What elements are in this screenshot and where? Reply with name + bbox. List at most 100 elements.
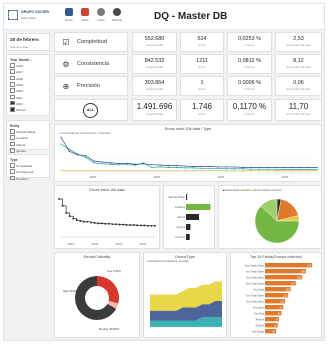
filter-option[interactable]: Clients bbox=[10, 142, 35, 147]
kpi-errors: 1211 Errors bbox=[180, 54, 224, 74]
bar-value: 100 bbox=[280, 300, 285, 303]
data-point bbox=[60, 136, 62, 138]
data-point bbox=[85, 156, 87, 159]
data-point bbox=[176, 165, 178, 167]
nav-settings-label: Settings bbox=[111, 18, 123, 22]
data-point bbox=[225, 166, 227, 168]
filter-option[interactable]: 2019 bbox=[10, 82, 32, 87]
alert-icon bbox=[81, 8, 89, 16]
donut-label: High 28.99% bbox=[63, 289, 80, 293]
x-group-label: 2021 bbox=[218, 175, 225, 179]
kpi-errors-10k: 8,12 Errors each 10k data bbox=[275, 54, 322, 74]
data-point bbox=[299, 166, 302, 168]
donut-label: Medium 66.80% bbox=[99, 327, 120, 331]
x-group-label: 2019 bbox=[68, 242, 75, 246]
filter-option[interactable]: Quotes bbox=[10, 148, 35, 153]
x-group-label: 2019 bbox=[90, 175, 97, 179]
selected-date: 28 de febrero bbox=[10, 37, 39, 42]
x-group-label: 2020 bbox=[92, 242, 99, 246]
kpi-row-total: ALL 1.491.696 Analyzed fields 1.746 Errors… bbox=[54, 99, 322, 121]
kpi-errors: 1.746 Errors bbox=[180, 99, 224, 121]
data-point bbox=[134, 163, 136, 165]
filter-option[interactable]: Sample Maste bbox=[10, 129, 35, 134]
filter-option[interactable]: 2016 bbox=[10, 63, 32, 68]
data-point bbox=[233, 166, 236, 168]
filter-option[interactable]: Contacts bbox=[10, 135, 35, 141]
x-group-label: 2022 bbox=[140, 242, 147, 246]
x-group-label: 2020 bbox=[154, 175, 161, 179]
kpi-label-precision: ⊕ Precisión bbox=[54, 76, 128, 96]
kpi-label-consistencia: ⚙ Consistencia bbox=[54, 54, 128, 74]
area-chart-svg bbox=[150, 281, 222, 328]
bar bbox=[265, 269, 306, 274]
kpi-analyzed: 1.491.696 Analyzed fields bbox=[132, 99, 177, 121]
data-point bbox=[217, 166, 219, 168]
kpi-row-consistencia: ⚙ Consistencia 842.532 Analyzed fields 12… bbox=[54, 54, 322, 74]
data-point bbox=[58, 198, 60, 200]
data-point bbox=[139, 224, 142, 227]
data-point bbox=[258, 166, 260, 168]
data-point bbox=[209, 165, 211, 168]
kpi-label-total: ALL bbox=[54, 99, 128, 121]
kpi-errors-10k: 0,06 Errors each 10k data bbox=[275, 76, 322, 96]
nav-alerts-button[interactable]: Alerts bbox=[78, 8, 92, 26]
chart-title: Errors each 10k data bbox=[89, 188, 125, 192]
filter-option[interactable]: Consistencia bbox=[10, 169, 33, 175]
nav-alerts-label: Alerts bbox=[81, 18, 89, 22]
category-label: Quotes bbox=[177, 225, 186, 229]
series-line-consistencia bbox=[60, 137, 317, 168]
year-month-title: Year_Month... bbox=[10, 58, 33, 62]
category-label: Clients bbox=[177, 215, 186, 219]
data-point bbox=[126, 164, 128, 166]
bar-value: 204 bbox=[301, 270, 306, 273]
data-point bbox=[217, 167, 219, 169]
filter-option[interactable]: Precisión bbox=[10, 176, 33, 181]
data-point bbox=[61, 205, 64, 207]
data-point bbox=[132, 224, 135, 226]
bar-value: 154 bbox=[291, 282, 296, 285]
data-point bbox=[104, 223, 107, 225]
filter-option[interactable]: Completitud bbox=[10, 163, 33, 168]
data-point bbox=[266, 168, 269, 170]
logo-name: GRUPO SOCIER bbox=[21, 10, 49, 14]
filter-option[interactable]: 2022 bbox=[10, 101, 32, 106]
user-icon bbox=[97, 8, 105, 16]
data-point bbox=[266, 166, 269, 168]
chart-top-fields: Top 15 Fields(Groups criterion) Key Crea… bbox=[230, 252, 322, 338]
date-selector[interactable]: 28 de febrero Selected date bbox=[6, 33, 50, 51]
x-group-label: 2021 bbox=[116, 242, 123, 246]
data-point bbox=[90, 221, 92, 224]
filter-option[interactable]: 2020 bbox=[10, 88, 32, 93]
category-label: Key Details bbox=[252, 331, 265, 334]
category-label: Key Created Date bbox=[245, 265, 265, 268]
entity-title: Entity bbox=[10, 124, 20, 128]
nav-users-label: Users bbox=[97, 18, 105, 22]
data-point bbox=[100, 222, 103, 225]
line-chart-svg: 2019 2020 2021 2022 bbox=[60, 136, 318, 179]
home-icon bbox=[65, 8, 73, 16]
bar-chart-svg: Sample Maste Contacts Clients Quotes Invoice… bbox=[168, 194, 211, 240]
filter-option[interactable]: febrero bbox=[10, 107, 32, 112]
data-point bbox=[79, 220, 82, 222]
chart-entity-pie: ■Sample Maste ■Contacts ■Clients ■Quotes… bbox=[218, 185, 322, 249]
filter-option[interactable]: 2018 bbox=[10, 76, 32, 81]
data-point bbox=[115, 223, 117, 225]
filter-option[interactable]: 2021 bbox=[10, 95, 32, 100]
data-point bbox=[97, 222, 99, 225]
data-point bbox=[147, 225, 149, 227]
filter-option[interactable]: 2017 bbox=[10, 69, 32, 75]
nav-settings-button[interactable]: Settings bbox=[110, 8, 124, 26]
kpi-name: Precisión bbox=[77, 83, 101, 89]
gear-icon bbox=[113, 8, 121, 16]
data-point bbox=[129, 224, 131, 226]
logo-subtitle: Data Quality bbox=[21, 16, 37, 20]
bar-value: 236 bbox=[307, 264, 312, 267]
data-point bbox=[86, 221, 89, 223]
data-point bbox=[225, 168, 227, 170]
chart-errors-10k: Errors each 10k data 2019 2020 2021 2022 bbox=[54, 185, 160, 249]
category-label: Prefix A bbox=[256, 319, 265, 322]
nav-users-button[interactable]: Users bbox=[94, 8, 108, 26]
nav-home-button[interactable]: Home bbox=[62, 8, 76, 26]
data-point bbox=[68, 215, 71, 217]
kpi-label-completitud: ☑ Completitud bbox=[54, 32, 128, 52]
